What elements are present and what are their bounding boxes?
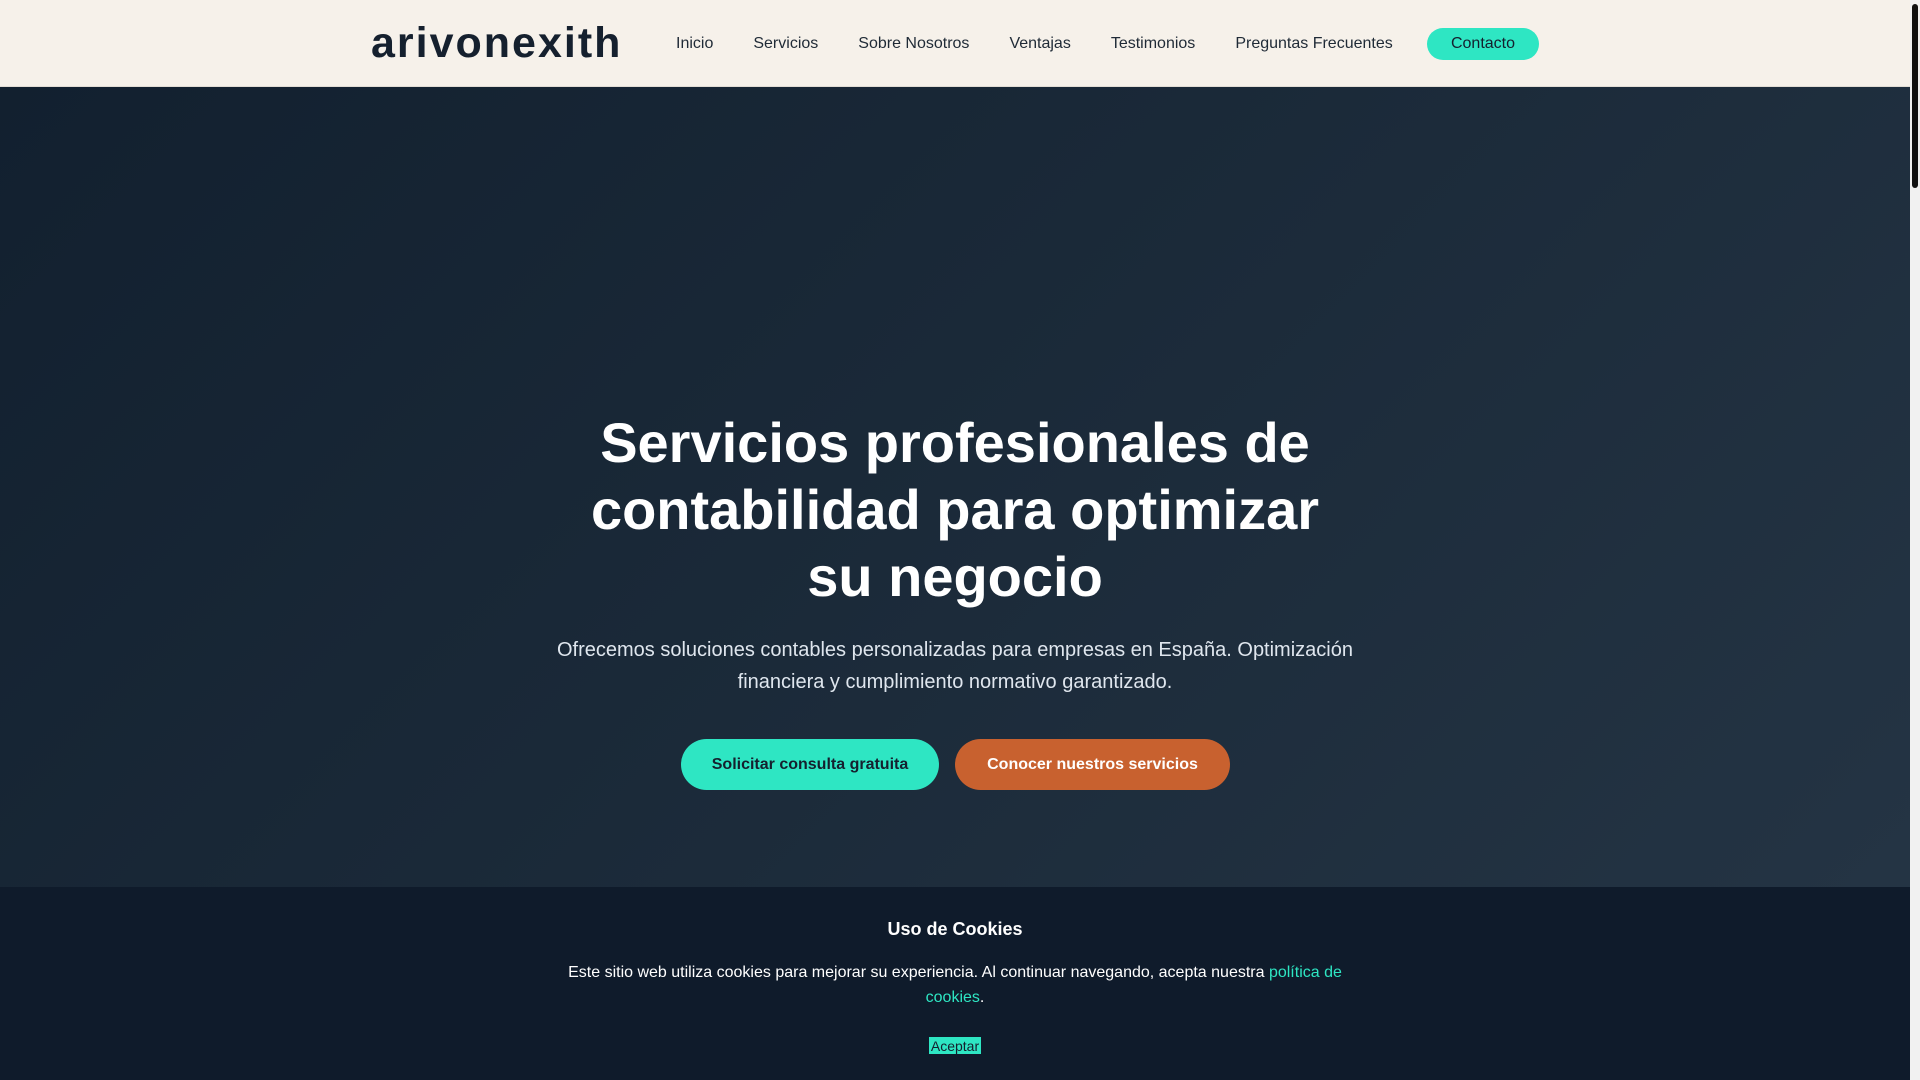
- cookie-banner-title: Uso de Cookies: [887, 919, 1023, 939]
- hero-section: Servicios profesionales de contabilidad …: [0, 87, 1910, 887]
- request-consultation-button[interactable]: Solicitar consulta gratuita: [681, 739, 939, 790]
- contact-button[interactable]: Contacto: [1427, 28, 1539, 60]
- nav-link-servicios[interactable]: Servicios: [753, 28, 818, 60]
- cookie-banner-text: Este sitio web utiliza cookies para mejo…: [555, 960, 1355, 1010]
- site-logo[interactable]: arivonexith: [371, 18, 622, 68]
- cookie-text-body: Este sitio web utiliza cookies para mejo…: [568, 964, 1269, 981]
- main-nav: Inicio Servicios Sobre Nosotros Ventajas…: [676, 28, 1433, 60]
- nav-link-inicio[interactable]: Inicio: [676, 28, 713, 60]
- nav-link-ventajas[interactable]: Ventajas: [1009, 28, 1070, 60]
- nav-link-sobre-nosotros[interactable]: Sobre Nosotros: [858, 28, 969, 60]
- view-services-button[interactable]: Conocer nuestros servicios: [955, 739, 1230, 790]
- cookie-banner: Uso de Cookies Este sitio web utiliza co…: [0, 887, 1910, 1080]
- cookie-text-end: .: [979, 989, 985, 1006]
- hero-subtitle: Ofrecemos soluciones contables personali…: [557, 639, 1353, 693]
- site-header: arivonexith Inicio Servicios Sobre Nosot…: [0, 0, 1910, 87]
- nav-link-preguntas-frecuentes[interactable]: Preguntas Frecuentes: [1235, 28, 1392, 60]
- hero-title: Servicios profesionales de contabilidad …: [590, 411, 1320, 608]
- page-scrollbar[interactable]: [1910, 0, 1920, 1080]
- accept-cookies-button[interactable]: Aceptar: [928, 1036, 982, 1055]
- nav-link-testimonios[interactable]: Testimonios: [1111, 28, 1195, 60]
- page: arivonexith Inicio Servicios Sobre Nosot…: [0, 0, 1910, 1080]
- scrollbar-thumb[interactable]: [1912, 4, 1918, 188]
